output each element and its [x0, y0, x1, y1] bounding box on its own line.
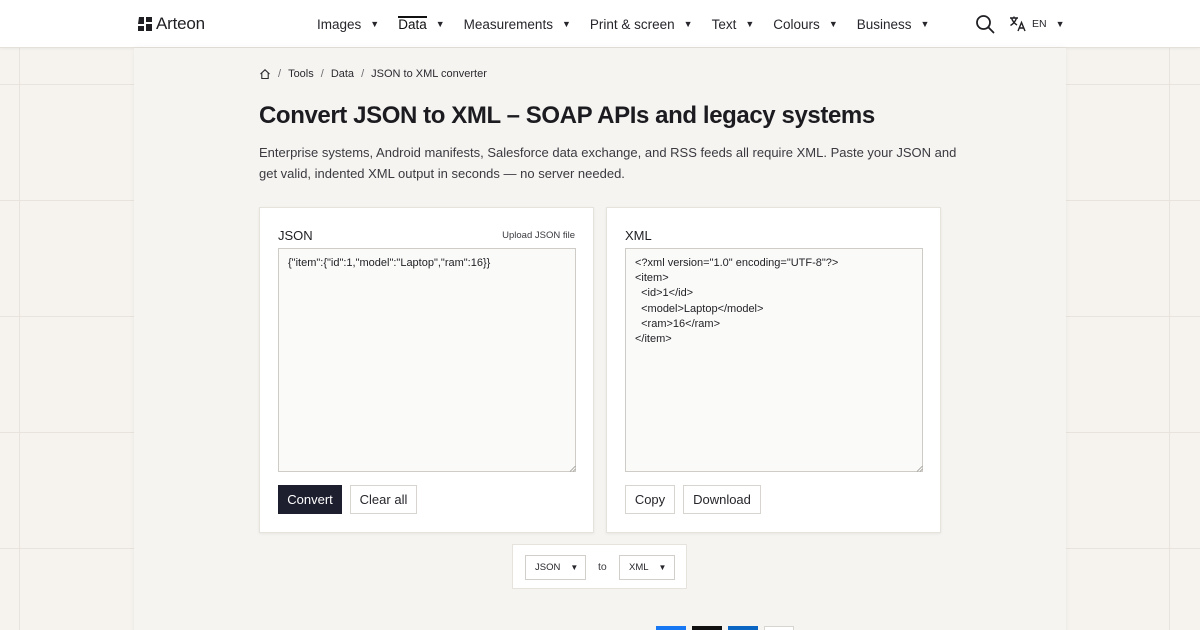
- nav-item-label: Data: [398, 16, 427, 32]
- nav-item-label: Text: [711, 16, 737, 32]
- caret-down-icon: ▼: [1055, 18, 1065, 29]
- convert-button[interactable]: Convert: [278, 485, 342, 514]
- from-format-value: JSON: [535, 562, 561, 573]
- caret-down-icon: ▼: [920, 19, 930, 29]
- share-x-button[interactable]: [692, 626, 722, 630]
- arteon-logo-icon: [138, 17, 152, 31]
- home-icon[interactable]: [259, 68, 271, 80]
- main-navigation: Images ▼ Data ▼ Measurements ▼ Print & s…: [317, 0, 948, 48]
- breadcrumb-current: JSON to XML converter: [371, 68, 487, 80]
- nav-item-label: Measurements: [463, 16, 553, 32]
- nav-item-print-screen[interactable]: Print & screen ▼: [590, 0, 693, 48]
- caret-down-icon: ▼: [828, 19, 838, 29]
- nav-item-label: Colours: [773, 16, 820, 32]
- json-label: JSON: [278, 228, 313, 243]
- page-title: Convert JSON to XML – SOAP APIs and lega…: [259, 102, 875, 129]
- xml-label: XML: [625, 228, 652, 243]
- nav-item-measurements[interactable]: Measurements ▼: [464, 0, 571, 48]
- share-copy-link-button[interactable]: [764, 626, 794, 630]
- resize-handle-icon[interactable]: [569, 465, 576, 472]
- brand-name: Arteon: [156, 14, 205, 33]
- language-code: EN: [1032, 17, 1047, 30]
- caret-down-icon: ▼: [683, 19, 693, 29]
- translate-icon: [1010, 16, 1026, 32]
- language-selector[interactable]: EN ▼: [1009, 15, 1065, 32]
- share-facebook-button[interactable]: [656, 626, 686, 630]
- top-navigation-bar: Arteon Images ▼ Data ▼ Measurements ▼ Pr…: [0, 0, 1200, 48]
- xml-output-card: XML <?xml version="1.0" encoding="UTF-8"…: [606, 207, 941, 533]
- caret-down-icon: ▼: [745, 19, 755, 29]
- page-intro: Enterprise systems, Android manifests, S…: [259, 145, 957, 181]
- clear-all-button[interactable]: Clear all: [350, 485, 417, 514]
- json-input-textarea[interactable]: {"item":{"id":1,"model":"Laptop","ram":1…: [278, 248, 576, 472]
- nav-item-business[interactable]: Business ▼: [857, 0, 930, 48]
- json-input-card: JSON Upload JSON file {"item":{"id":1,"m…: [259, 207, 594, 533]
- nav-item-label: Print & screen: [589, 16, 675, 32]
- nav-item-data[interactable]: Data ▼: [398, 0, 445, 48]
- breadcrumb-tools[interactable]: Tools: [288, 68, 314, 80]
- nav-item-images[interactable]: Images ▼: [317, 0, 379, 48]
- to-label: to: [598, 561, 607, 573]
- upload-json-link[interactable]: Upload JSON file: [502, 230, 575, 241]
- format-switcher: JSON ▼ to XML ▼: [512, 544, 687, 589]
- download-button[interactable]: Download: [683, 485, 761, 514]
- nav-item-label: Business: [856, 16, 912, 32]
- nav-item-text[interactable]: Text ▼: [712, 0, 755, 48]
- to-format-select[interactable]: XML ▼: [619, 555, 675, 580]
- brand-logo[interactable]: Arteon: [137, 14, 205, 34]
- caret-down-icon: ▼: [435, 19, 445, 29]
- caret-down-icon: ▼: [658, 563, 667, 572]
- nav-item-label: Images: [317, 16, 362, 32]
- search-icon: [976, 15, 995, 34]
- breadcrumb: / Tools / Data / JSON to XML converter: [259, 68, 487, 80]
- breadcrumb-separator: /: [361, 68, 365, 80]
- xml-output-textarea[interactable]: <?xml version="1.0" encoding="UTF-8"?> <…: [625, 248, 923, 472]
- breadcrumb-separator: /: [320, 68, 324, 80]
- caret-down-icon: ▼: [370, 19, 380, 29]
- breadcrumb-separator: /: [278, 68, 282, 80]
- to-format-value: XML: [629, 562, 649, 573]
- resize-handle-icon[interactable]: [916, 465, 923, 472]
- caret-down-icon: ▼: [570, 563, 579, 572]
- nav-item-colours[interactable]: Colours ▼: [773, 0, 837, 48]
- search-button[interactable]: [975, 14, 995, 34]
- copy-button[interactable]: Copy: [625, 485, 675, 514]
- breadcrumb-data[interactable]: Data: [331, 68, 354, 80]
- caret-down-icon: ▼: [561, 19, 571, 29]
- from-format-select[interactable]: JSON ▼: [525, 555, 586, 580]
- share-linkedin-button[interactable]: [728, 626, 758, 630]
